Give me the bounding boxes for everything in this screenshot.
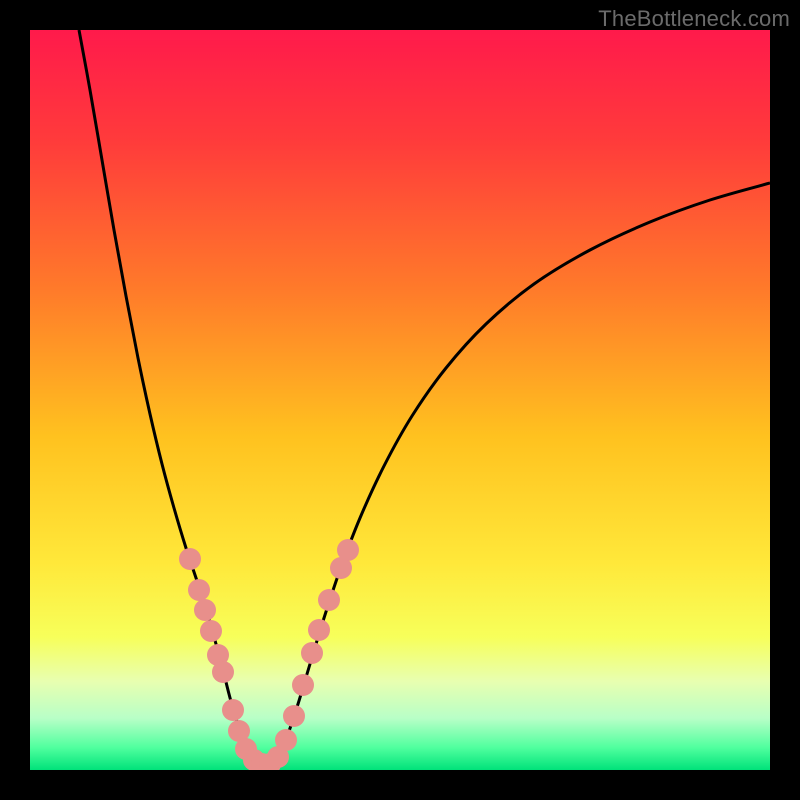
data-marker — [200, 620, 222, 642]
chart-svg — [30, 30, 770, 770]
data-marker — [222, 699, 244, 721]
plot-area — [30, 30, 770, 770]
data-marker — [283, 705, 305, 727]
data-marker — [194, 599, 216, 621]
gradient-background — [30, 30, 770, 770]
data-marker — [188, 579, 210, 601]
outer-frame: TheBottleneck.com — [0, 0, 800, 800]
data-marker — [179, 548, 201, 570]
watermark-text: TheBottleneck.com — [598, 6, 790, 32]
data-marker — [301, 642, 323, 664]
data-marker — [337, 539, 359, 561]
data-marker — [275, 729, 297, 751]
data-marker — [292, 674, 314, 696]
data-marker — [308, 619, 330, 641]
data-marker — [318, 589, 340, 611]
data-marker — [212, 661, 234, 683]
